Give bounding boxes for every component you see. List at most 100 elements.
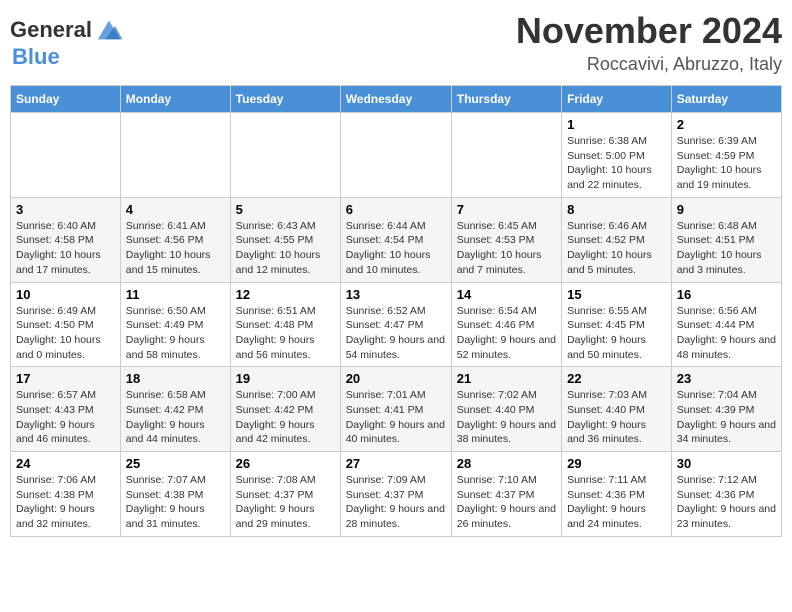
day-number: 21 [457,371,556,386]
day-info: Sunrise: 7:03 AMSunset: 4:40 PMDaylight:… [567,388,666,447]
day-info: Sunrise: 6:54 AMSunset: 4:46 PMDaylight:… [457,304,556,363]
calendar-cell: 4 Sunrise: 6:41 AMSunset: 4:56 PMDaylight… [120,197,230,282]
calendar-cell: 13 Sunrise: 6:52 AMSunset: 4:47 PMDayligh… [340,282,451,367]
day-info: Sunrise: 6:43 AMSunset: 4:55 PMDaylight:… [236,219,335,278]
calendar-cell [230,113,340,198]
day-number: 29 [567,456,666,471]
calendar-cell: 24Sunrise: 7:06 AMSunset: 4:38 PMDayligh… [11,452,121,537]
day-number: 15 [567,287,666,302]
day-number: 3 [16,202,115,217]
day-info: Sunrise: 7:08 AMSunset: 4:37 PMDaylight:… [236,473,335,532]
day-info: Sunrise: 6:48 AMSunset: 4:51 PMDaylight:… [677,219,776,278]
calendar-week-row: 1 Sunrise: 6:38 AMSunset: 5:00 PMDaylight… [11,113,782,198]
day-number: 1 [567,117,666,132]
header-tuesday: Tuesday [230,86,340,113]
calendar-cell: 12Sunrise: 6:51 AMSunset: 4:48 PMDayligh… [230,282,340,367]
day-number: 22 [567,371,666,386]
day-number: 16 [677,287,776,302]
calendar-cell: 3Sunrise: 6:40 AMSunset: 4:58 PMDaylight… [11,197,121,282]
day-info: Sunrise: 6:58 AMSunset: 4:42 PMDaylight:… [126,388,225,447]
logo-text-blue: Blue [12,44,60,69]
calendar-cell: 6 Sunrise: 6:44 AMSunset: 4:54 PMDaylight… [340,197,451,282]
calendar-cell [340,113,451,198]
calendar-cell: 17Sunrise: 6:57 AMSunset: 4:43 PMDayligh… [11,367,121,452]
day-info: Sunrise: 7:06 AMSunset: 4:38 PMDaylight:… [16,473,115,532]
calendar-header-row: SundayMondayTuesdayWednesdayThursdayFrid… [11,86,782,113]
calendar-cell: 9 Sunrise: 6:48 AMSunset: 4:51 PMDaylight… [671,197,781,282]
calendar-cell [11,113,121,198]
day-number: 8 [567,202,666,217]
day-info: Sunrise: 7:02 AMSunset: 4:40 PMDaylight:… [457,388,556,447]
calendar-cell: 8 Sunrise: 6:46 AMSunset: 4:52 PMDaylight… [562,197,672,282]
calendar-week-row: 24Sunrise: 7:06 AMSunset: 4:38 PMDayligh… [11,452,782,537]
day-number: 11 [126,287,225,302]
day-info: Sunrise: 6:50 AMSunset: 4:49 PMDaylight:… [126,304,225,363]
month-title: November 2024 [516,10,782,52]
day-number: 26 [236,456,335,471]
calendar-cell: 11 Sunrise: 6:50 AMSunset: 4:49 PMDayligh… [120,282,230,367]
day-info: Sunrise: 6:38 AMSunset: 5:00 PMDaylight:… [567,134,666,193]
calendar-cell: 25 Sunrise: 7:07 AMSunset: 4:38 PMDayligh… [120,452,230,537]
day-number: 10 [16,287,115,302]
day-info: Sunrise: 7:01 AMSunset: 4:41 PMDaylight:… [346,388,446,447]
day-number: 6 [346,202,446,217]
day-number: 18 [126,371,225,386]
day-info: Sunrise: 6:49 AMSunset: 4:50 PMDaylight:… [16,304,115,363]
calendar-week-row: 3Sunrise: 6:40 AMSunset: 4:58 PMDaylight… [11,197,782,282]
day-info: Sunrise: 7:12 AMSunset: 4:36 PMDaylight:… [677,473,776,532]
day-info: Sunrise: 7:10 AMSunset: 4:37 PMDaylight:… [457,473,556,532]
calendar-cell: 21 Sunrise: 7:02 AMSunset: 4:40 PMDayligh… [451,367,561,452]
header-friday: Friday [562,86,672,113]
day-info: Sunrise: 6:46 AMSunset: 4:52 PMDaylight:… [567,219,666,278]
calendar-cell: 29Sunrise: 7:11 AMSunset: 4:36 PMDayligh… [562,452,672,537]
calendar-cell: 1 Sunrise: 6:38 AMSunset: 5:00 PMDaylight… [562,113,672,198]
calendar-cell: 23Sunrise: 7:04 AMSunset: 4:39 PMDayligh… [671,367,781,452]
day-info: Sunrise: 7:07 AMSunset: 4:38 PMDaylight:… [126,473,225,532]
calendar-cell [120,113,230,198]
calendar-cell: 10 Sunrise: 6:49 AMSunset: 4:50 PMDayligh… [11,282,121,367]
day-number: 9 [677,202,776,217]
calendar-cell: 5 Sunrise: 6:43 AMSunset: 4:55 PMDaylight… [230,197,340,282]
page-header: General Blue November 2024 Roccavivi, Ab… [10,10,782,75]
day-info: Sunrise: 6:44 AMSunset: 4:54 PMDaylight:… [346,219,446,278]
header-monday: Monday [120,86,230,113]
calendar-cell: 2Sunrise: 6:39 AMSunset: 4:59 PMDaylight… [671,113,781,198]
calendar-week-row: 10 Sunrise: 6:49 AMSunset: 4:50 PMDayligh… [11,282,782,367]
calendar-cell: 16 Sunrise: 6:56 AMSunset: 4:44 PMDayligh… [671,282,781,367]
calendar-cell: 26 Sunrise: 7:08 AMSunset: 4:37 PMDayligh… [230,452,340,537]
location-title: Roccavivi, Abruzzo, Italy [516,54,782,75]
calendar-cell: 19 Sunrise: 7:00 AMSunset: 4:42 PMDayligh… [230,367,340,452]
day-number: 7 [457,202,556,217]
calendar-cell: 18 Sunrise: 6:58 AMSunset: 4:42 PMDayligh… [120,367,230,452]
calendar-cell: 7 Sunrise: 6:45 AMSunset: 4:53 PMDaylight… [451,197,561,282]
day-info: Sunrise: 6:41 AMSunset: 4:56 PMDaylight:… [126,219,225,278]
calendar-cell [451,113,561,198]
day-number: 28 [457,456,556,471]
day-info: Sunrise: 7:00 AMSunset: 4:42 PMDaylight:… [236,388,335,447]
header-thursday: Thursday [451,86,561,113]
calendar-week-row: 17Sunrise: 6:57 AMSunset: 4:43 PMDayligh… [11,367,782,452]
day-number: 20 [346,371,446,386]
day-number: 30 [677,456,776,471]
day-number: 14 [457,287,556,302]
calendar-table: SundayMondayTuesdayWednesdayThursdayFrid… [10,85,782,537]
day-info: Sunrise: 6:39 AMSunset: 4:59 PMDaylight:… [677,134,776,193]
day-number: 4 [126,202,225,217]
day-info: Sunrise: 7:09 AMSunset: 4:37 PMDaylight:… [346,473,446,532]
title-block: November 2024 Roccavivi, Abruzzo, Italy [516,10,782,75]
day-number: 5 [236,202,335,217]
day-number: 13 [346,287,446,302]
day-info: Sunrise: 6:45 AMSunset: 4:53 PMDaylight:… [457,219,556,278]
logo-text-general: General [10,18,92,42]
day-number: 25 [126,456,225,471]
header-sunday: Sunday [11,86,121,113]
day-number: 27 [346,456,446,471]
calendar-cell: 15Sunrise: 6:55 AMSunset: 4:45 PMDayligh… [562,282,672,367]
day-info: Sunrise: 6:56 AMSunset: 4:44 PMDaylight:… [677,304,776,363]
logo: General Blue [10,15,124,69]
day-number: 19 [236,371,335,386]
calendar-cell: 30 Sunrise: 7:12 AMSunset: 4:36 PMDayligh… [671,452,781,537]
day-number: 23 [677,371,776,386]
day-number: 12 [236,287,335,302]
day-info: Sunrise: 6:52 AMSunset: 4:47 PMDaylight:… [346,304,446,363]
